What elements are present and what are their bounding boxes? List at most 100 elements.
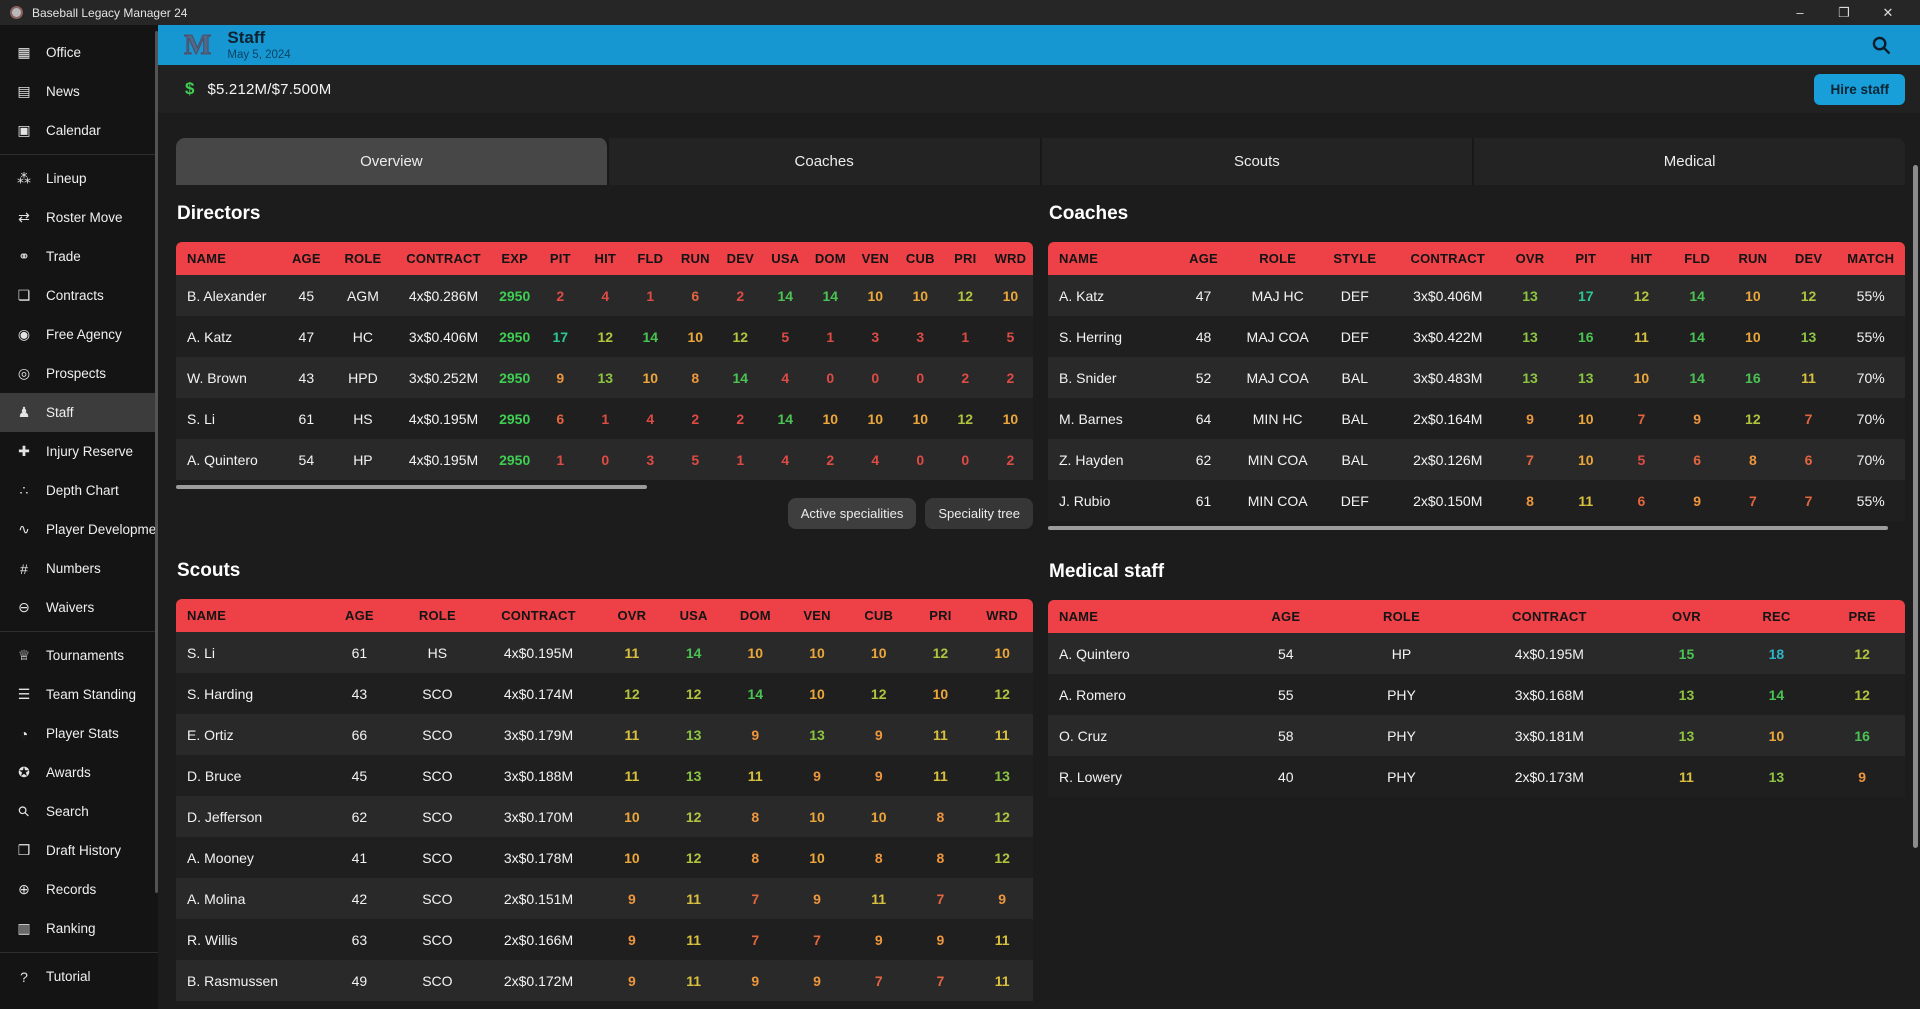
table-row[interactable]: A. Katz47MAJ HCDEF3x$0.406M1317121410125… xyxy=(1048,275,1905,316)
column-header-rec[interactable]: REC xyxy=(1734,600,1820,633)
column-header-age[interactable]: AGE xyxy=(1228,600,1344,633)
column-header-role[interactable]: ROLE xyxy=(399,599,476,632)
table-row[interactable]: A. Katz47HC3x$0.406M29501712141012513315 xyxy=(176,316,1033,357)
column-header-age[interactable]: AGE xyxy=(282,242,330,275)
column-header-usa[interactable]: USA xyxy=(763,242,808,275)
column-header-ovr[interactable]: OVR xyxy=(1639,600,1733,633)
column-header-usa[interactable]: USA xyxy=(663,599,725,632)
column-header-dev[interactable]: DEV xyxy=(1781,242,1837,275)
column-header-role[interactable]: ROLE xyxy=(330,242,395,275)
column-header-contract[interactable]: CONTRACT xyxy=(476,599,601,632)
column-header-name[interactable]: NAME xyxy=(176,242,282,275)
hire-staff-button[interactable]: Hire staff xyxy=(1814,74,1905,105)
column-header-pit[interactable]: PIT xyxy=(1558,242,1614,275)
active-specialities-button[interactable]: Active specialities xyxy=(788,498,917,529)
sidebar-item-player-stats[interactable]: ◔Player Stats xyxy=(0,714,158,753)
sidebar-item-draft-history[interactable]: ❒Draft History xyxy=(0,831,158,870)
column-header-match[interactable]: MATCH xyxy=(1836,242,1905,275)
column-header-dom[interactable]: DOM xyxy=(724,599,786,632)
column-header-run[interactable]: RUN xyxy=(673,242,718,275)
sidebar-item-waivers[interactable]: ⊖Waivers xyxy=(0,588,158,627)
table-row[interactable]: D. Jefferson62SCO3x$0.170M101281010812 xyxy=(176,796,1033,837)
tab-medical[interactable]: Medical xyxy=(1474,138,1905,185)
table-row[interactable]: E. Ortiz66SCO3x$0.179M111391391111 xyxy=(176,714,1033,755)
table-row[interactable]: M. Barnes64MIN HCBAL2x$0.164M9107912770% xyxy=(1048,398,1905,439)
table-row[interactable]: S. Harding43SCO4x$0.174M12121410121012 xyxy=(176,673,1033,714)
column-header-role[interactable]: ROLE xyxy=(1344,600,1460,633)
column-header-hit[interactable]: HIT xyxy=(583,242,628,275)
column-header-style[interactable]: STYLE xyxy=(1316,242,1393,275)
sidebar-item-calendar[interactable]: ▣Calendar xyxy=(0,111,158,150)
close-button[interactable]: ✕ xyxy=(1866,5,1910,21)
sidebar-item-tournaments[interactable]: ♕Tournaments xyxy=(0,636,158,675)
column-header-cub[interactable]: CUB xyxy=(848,599,910,632)
sidebar-item-records[interactable]: ⊕Records xyxy=(0,870,158,909)
column-header-age[interactable]: AGE xyxy=(1168,242,1239,275)
sidebar-item-office[interactable]: ▦Office xyxy=(0,33,158,72)
table-row[interactable]: A. Quintero54HP4x$0.195M151812 xyxy=(1048,633,1905,674)
sidebar-item-injury-reserve[interactable]: ✚Injury Reserve xyxy=(0,432,158,471)
table-row[interactable]: A. Mooney41SCO3x$0.178M10128108812 xyxy=(176,837,1033,878)
column-header-exp[interactable]: EXP xyxy=(492,242,538,275)
column-header-pri[interactable]: PRI xyxy=(910,599,972,632)
column-header-role[interactable]: ROLE xyxy=(1239,242,1316,275)
minimize-button[interactable]: – xyxy=(1778,5,1822,20)
coaches-hscrollbar[interactable] xyxy=(1048,526,1888,530)
maximize-button[interactable]: ❐ xyxy=(1822,5,1866,21)
column-header-age[interactable]: AGE xyxy=(320,599,399,632)
column-header-contract[interactable]: CONTRACT xyxy=(396,242,492,275)
sidebar-item-prospects[interactable]: ◎Prospects xyxy=(0,354,158,393)
sidebar-item-team-standing[interactable]: ☰Team Standing xyxy=(0,675,158,714)
table-row[interactable]: S. Li61HS4x$0.195M11141010101210 xyxy=(176,632,1033,673)
column-header-ven[interactable]: VEN xyxy=(786,599,848,632)
sidebar-item-search[interactable]: ⚲Search xyxy=(0,792,158,831)
sidebar-item-awards[interactable]: ✪Awards xyxy=(0,753,158,792)
content-scrollbar[interactable] xyxy=(1913,165,1918,848)
sidebar-item-lineup[interactable]: ⁂Lineup xyxy=(0,159,158,198)
table-row[interactable]: W. Brown43HPD3x$0.252M295091310814400022 xyxy=(176,357,1033,398)
table-row[interactable]: D. Bruce45SCO3x$0.188M111311991113 xyxy=(176,755,1033,796)
sidebar-item-staff[interactable]: ♟Staff xyxy=(0,393,158,432)
column-header-ovr[interactable]: OVR xyxy=(601,599,663,632)
column-header-name[interactable]: NAME xyxy=(1048,600,1228,633)
sidebar-item-feedback[interactable]: ❞Feedback xyxy=(0,996,158,1009)
sidebar-item-free-agency[interactable]: ◉Free Agency xyxy=(0,315,158,354)
tab-overview[interactable]: Overview xyxy=(176,138,609,185)
sidebar-item-ranking[interactable]: ▥Ranking xyxy=(0,909,158,948)
table-row[interactable]: A. Quintero54HP4x$0.195M295010351424002 xyxy=(176,439,1033,480)
column-header-wrd[interactable]: WRD xyxy=(971,599,1033,632)
column-header-wrd[interactable]: WRD xyxy=(988,242,1033,275)
sidebar-item-player-development[interactable]: ∿Player Development xyxy=(0,510,158,549)
column-header-contract[interactable]: CONTRACT xyxy=(1393,242,1502,275)
sidebar-item-news[interactable]: ▤News xyxy=(0,72,158,111)
column-header-cub[interactable]: CUB xyxy=(898,242,943,275)
table-row[interactable]: A. Molina42SCO2x$0.151M911791179 xyxy=(176,878,1033,919)
sidebar-item-depth-chart[interactable]: ∴Depth Chart xyxy=(0,471,158,510)
table-row[interactable]: S. Herring48MAJ COADEF3x$0.422M131611141… xyxy=(1048,316,1905,357)
tab-scouts[interactable]: Scouts xyxy=(1042,138,1475,185)
directors-hscrollbar[interactable] xyxy=(176,485,647,489)
column-header-run[interactable]: RUN xyxy=(1725,242,1781,275)
column-header-pri[interactable]: PRI xyxy=(943,242,988,275)
speciality-tree-button[interactable]: Speciality tree xyxy=(925,498,1033,529)
sidebar-item-numbers[interactable]: #Numbers xyxy=(0,549,158,588)
table-row[interactable]: R. Willis63SCO2x$0.166M911779911 xyxy=(176,919,1033,960)
sidebar-item-trade[interactable]: ⚭Trade xyxy=(0,237,158,276)
column-header-ovr[interactable]: OVR xyxy=(1502,242,1558,275)
column-header-dom[interactable]: DOM xyxy=(808,242,853,275)
table-row[interactable]: R. Lowery40PHY2x$0.173M11139 xyxy=(1048,756,1905,797)
column-header-contract[interactable]: CONTRACT xyxy=(1459,600,1639,633)
sidebar-item-tutorial[interactable]: ?Tutorial xyxy=(0,957,158,996)
table-row[interactable]: Z. Hayden62MIN COABAL2x$0.126M710568670% xyxy=(1048,439,1905,480)
column-header-ven[interactable]: VEN xyxy=(853,242,898,275)
table-row[interactable]: O. Cruz58PHY3x$0.181M131016 xyxy=(1048,715,1905,756)
column-header-dev[interactable]: DEV xyxy=(718,242,763,275)
table-row[interactable]: B. Rasmussen49SCO2x$0.172M911997711 xyxy=(176,960,1033,1001)
column-header-name[interactable]: NAME xyxy=(176,599,320,632)
tab-coaches[interactable]: Coaches xyxy=(609,138,1042,185)
table-row[interactable]: S. Li61HS4x$0.195M295061422141010101210 xyxy=(176,398,1033,439)
column-header-fld[interactable]: FLD xyxy=(628,242,673,275)
column-header-hit[interactable]: HIT xyxy=(1614,242,1670,275)
sidebar-item-roster-move[interactable]: ⇄Roster Move xyxy=(0,198,158,237)
column-header-fld[interactable]: FLD xyxy=(1669,242,1725,275)
